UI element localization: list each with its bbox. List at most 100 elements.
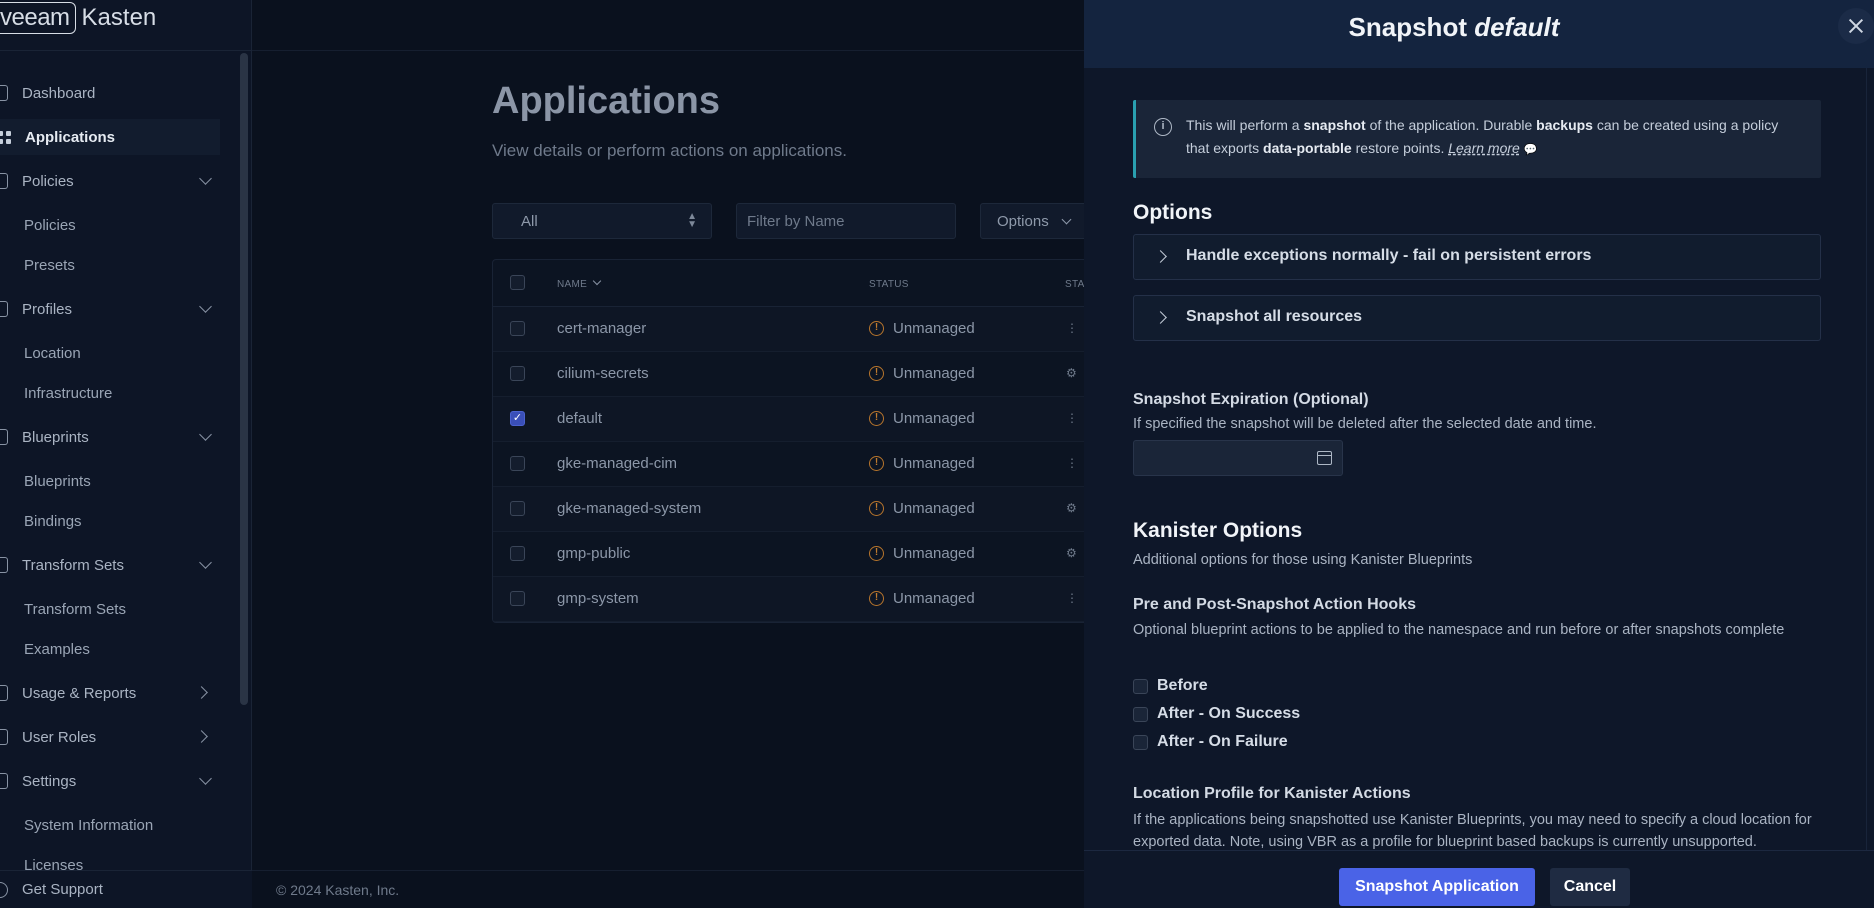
sidebar-item-label: Applications xyxy=(25,128,116,146)
sidebar-item-settings-group[interactable]: Settings xyxy=(0,763,220,799)
profiles-icon xyxy=(0,301,8,317)
drawer-title: Snapshot default xyxy=(1348,12,1560,42)
sidebar: veeam Kasten Dashboard Applications Poli… xyxy=(0,0,252,908)
chevron-down-icon xyxy=(199,172,212,185)
sidebar-item-licenses[interactable]: Licenses xyxy=(0,847,220,872)
chevron-down-icon xyxy=(199,772,212,785)
drawer-title-app: default xyxy=(1474,12,1560,42)
sidebar-item-label: Licenses xyxy=(24,856,84,872)
warning-icon: ! xyxy=(869,546,884,561)
brand-logo[interactable]: veeam Kasten xyxy=(0,0,252,51)
brand-kasten: Kasten xyxy=(81,4,157,31)
location-profile-help: If the applications being snapshotted us… xyxy=(1133,812,1812,850)
get-support-link[interactable]: Get Support xyxy=(0,870,252,908)
table-row[interactable]: gke-managed-system ! Unmanaged ⚙ xyxy=(493,487,1091,532)
sidebar-item-infrastructure[interactable]: Infrastructure xyxy=(0,375,220,411)
snapshot-drawer: Snapshot default i This will perform a s… xyxy=(1084,0,1874,908)
column-header-status[interactable]: STATUS xyxy=(869,279,909,290)
row-checkbox[interactable] xyxy=(510,546,525,561)
warning-icon: ! xyxy=(869,591,884,606)
app-name[interactable]: gmp-public xyxy=(557,545,630,562)
hook-before-checkbox[interactable]: Before xyxy=(1133,677,1208,695)
warning-icon: ! xyxy=(869,501,884,516)
warning-icon: ! xyxy=(869,456,884,471)
app-name[interactable]: gke-managed-system xyxy=(557,500,701,517)
drawer-footer: Snapshot Application Cancel xyxy=(1084,850,1874,908)
sidebar-item-blueprints-group[interactable]: Blueprints xyxy=(0,419,220,455)
dashboard-icon xyxy=(0,85,8,101)
accordion-snapshot-all-resources[interactable]: Snapshot all resources xyxy=(1133,295,1821,341)
select-all-checkbox[interactable] xyxy=(510,275,525,290)
sidebar-item-policies-group[interactable]: Policies xyxy=(0,163,220,199)
app-name[interactable]: gmp-system xyxy=(557,590,639,607)
table-row[interactable]: gmp-system ! Unmanaged ⋮ xyxy=(493,577,1091,622)
row-checkbox[interactable] xyxy=(510,366,525,381)
table-row[interactable]: gmp-public ! Unmanaged ⚙ xyxy=(493,532,1091,577)
filter-by-name-input[interactable] xyxy=(736,203,956,239)
sidebar-item-bindings[interactable]: Bindings xyxy=(0,503,220,539)
sidebar-item-label: System Information xyxy=(24,816,154,834)
policies-icon xyxy=(0,173,8,189)
row-checkbox[interactable] xyxy=(510,456,525,471)
sidebar-item-label: Presets xyxy=(24,256,75,274)
sidebar-item-profiles-group[interactable]: Profiles xyxy=(0,291,220,327)
sidebar-item-label: Transform Sets xyxy=(22,556,124,574)
options-dropdown-button[interactable]: Options xyxy=(980,203,1090,239)
sidebar-item-system-information[interactable]: System Information xyxy=(0,807,220,843)
network-icon: ⋮ xyxy=(1066,411,1078,425)
transform-sets-icon xyxy=(0,557,8,573)
sidebar-item-transform-sets-group[interactable]: Transform Sets xyxy=(0,547,220,583)
row-checkbox[interactable] xyxy=(510,591,525,606)
row-checkbox[interactable] xyxy=(510,501,525,516)
row-checkbox-checked[interactable]: ✓ xyxy=(510,411,525,426)
app-name[interactable]: cilium-secrets xyxy=(557,365,649,382)
options-label: Options xyxy=(997,213,1049,230)
sidebar-item-policies[interactable]: Policies xyxy=(0,207,220,243)
sidebar-item-location[interactable]: Location xyxy=(0,335,220,371)
sidebar-item-examples[interactable]: Examples xyxy=(0,631,220,667)
row-checkbox[interactable] xyxy=(510,321,525,336)
sidebar-scrollbar[interactable] xyxy=(240,53,248,705)
cancel-button[interactable]: Cancel xyxy=(1550,868,1630,906)
table-row[interactable]: ✓ default ! Unmanaged ⋮ xyxy=(493,397,1091,442)
drawer-scrollbar[interactable] xyxy=(1866,68,1874,850)
app-name[interactable]: default xyxy=(557,410,602,427)
app-name[interactable]: gke-managed-cim xyxy=(557,455,677,472)
learn-more-link[interactable]: Learn more xyxy=(1448,140,1520,156)
sidebar-item-applications[interactable]: Applications xyxy=(0,119,220,155)
accordion-handle-exceptions[interactable]: Handle exceptions normally - fail on per… xyxy=(1133,234,1821,280)
support-icon xyxy=(0,881,8,898)
application-filter-select[interactable]: All ▲ ▼ xyxy=(492,203,712,239)
chat-bubble-icon: 💬 xyxy=(1523,144,1538,156)
column-header-name[interactable]: NAME xyxy=(557,276,602,290)
chevron-right-icon xyxy=(1154,311,1167,324)
sidebar-item-label: Infrastructure xyxy=(24,384,113,402)
sidebar-nav: Dashboard Applications Policies Policies… xyxy=(0,51,238,871)
sidebar-item-blueprints[interactable]: Blueprints xyxy=(0,463,220,499)
column-header-status-2[interactable]: STA xyxy=(1065,279,1085,290)
hook-after-success-checkbox[interactable]: After - On Success xyxy=(1133,705,1300,723)
sidebar-item-label: Profiles xyxy=(22,300,73,318)
calendar-icon[interactable] xyxy=(1317,451,1332,465)
page-title: Applications xyxy=(492,80,721,122)
applications-table: NAME STATUS STA cert-manager ! Unmanaged … xyxy=(492,259,1092,623)
close-icon[interactable] xyxy=(1838,8,1874,44)
sidebar-item-dashboard[interactable]: Dashboard xyxy=(0,75,220,111)
table-row[interactable]: cilium-secrets ! Unmanaged ⚙ xyxy=(493,352,1091,397)
sidebar-item-presets[interactable]: Presets xyxy=(0,247,220,283)
warning-icon: ! xyxy=(869,411,884,426)
expiration-date-input[interactable] xyxy=(1133,440,1343,476)
table-row[interactable]: cert-manager ! Unmanaged ⋮ xyxy=(493,307,1091,352)
drawer-body: i This will perform a snapshot of the ap… xyxy=(1084,68,1874,850)
snapshot-application-button[interactable]: Snapshot Application xyxy=(1339,868,1535,906)
table-row[interactable]: gke-managed-cim ! Unmanaged ⋮ xyxy=(493,442,1091,487)
app-name[interactable]: cert-manager xyxy=(557,320,646,337)
warning-icon: ! xyxy=(869,321,884,336)
sidebar-item-transform-sets[interactable]: Transform Sets xyxy=(0,591,220,627)
sidebar-item-usage-reports[interactable]: Usage & Reports xyxy=(0,675,220,711)
sidebar-item-user-roles[interactable]: User Roles xyxy=(0,719,220,755)
hook-after-failure-checkbox[interactable]: After - On Failure xyxy=(1133,733,1288,751)
sidebar-item-label: Usage & Reports xyxy=(22,684,137,702)
kanister-options-subtitle: Additional options for those using Kanis… xyxy=(1133,552,1473,568)
info-icon: i xyxy=(1154,118,1172,136)
